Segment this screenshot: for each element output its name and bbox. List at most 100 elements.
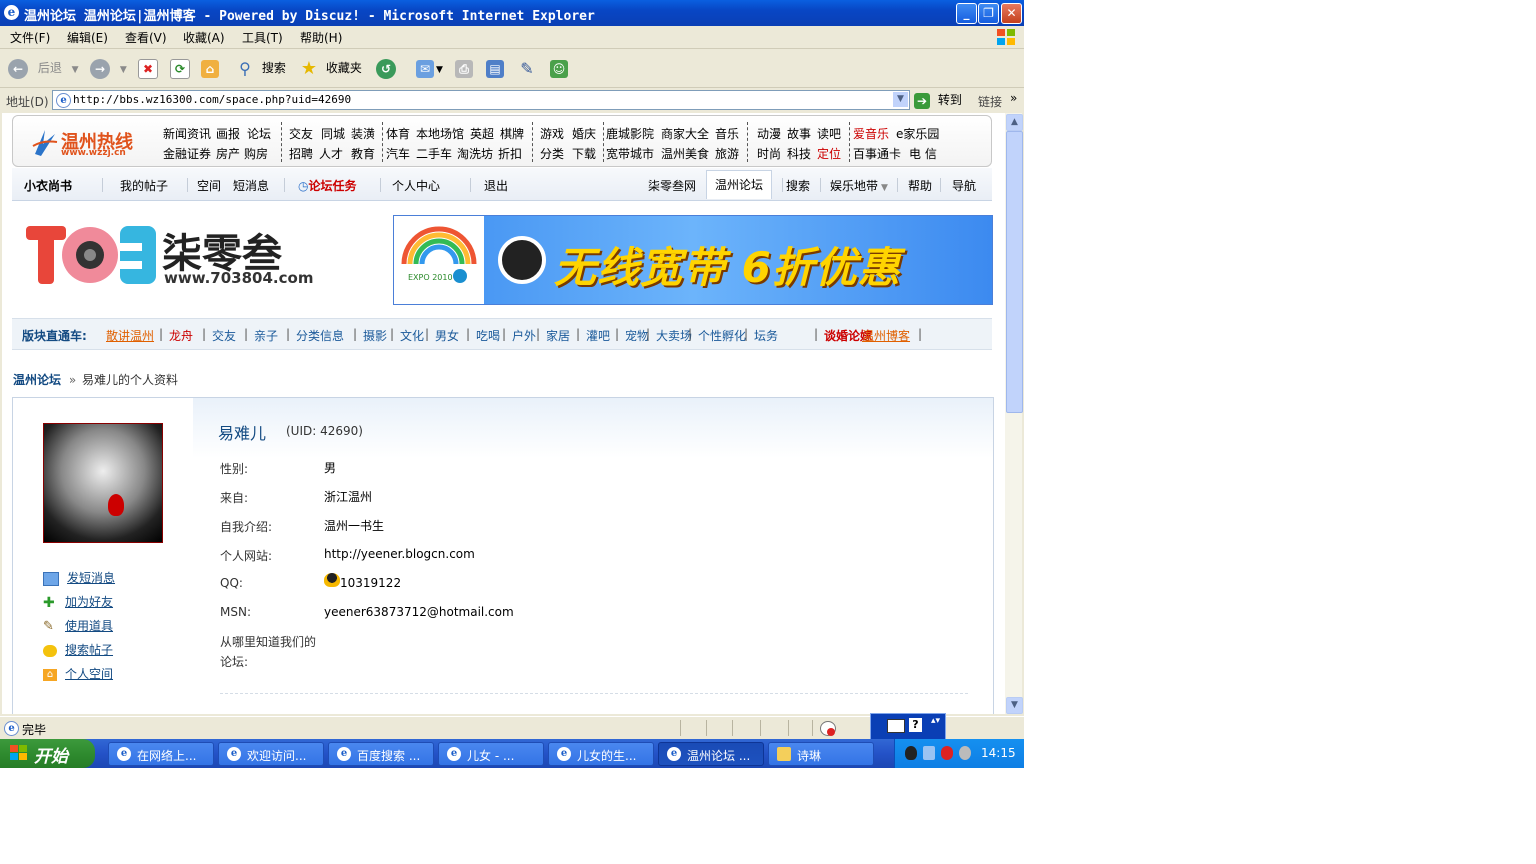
- menu-edit[interactable]: 编辑(E): [67, 29, 108, 46]
- stop-button[interactable]: ✖: [138, 57, 158, 79]
- task-button[interactable]: e 在网络上...: [108, 742, 214, 766]
- board-link[interactable]: 交友: [212, 327, 236, 344]
- personal-space-action[interactable]: ⌂ 个人空间: [43, 665, 113, 682]
- board-link[interactable]: 坛务: [754, 327, 778, 344]
- task-button[interactable]: e 百度搜索 ...: [328, 742, 434, 766]
- antivirus-icon[interactable]: [941, 746, 953, 760]
- address-dropdown-icon[interactable]: ▼: [893, 92, 908, 107]
- edit-button[interactable]: ▤: [486, 57, 504, 79]
- header-link[interactable]: 游戏: [540, 125, 564, 142]
- header-link[interactable]: 温州美食: [661, 145, 709, 162]
- task-button[interactable]: e 欢迎访问...: [218, 742, 324, 766]
- board-link[interactable]: 文化: [400, 327, 424, 344]
- privacy-icon[interactable]: [820, 721, 836, 736]
- qq-tray-icon[interactable]: [905, 746, 917, 760]
- task-button-active[interactable]: e 温州论坛 ...: [658, 742, 764, 766]
- board-link[interactable]: 分类信息: [296, 327, 344, 344]
- home-button[interactable]: ⌂: [201, 57, 219, 79]
- nav-messages[interactable]: 短消息: [233, 177, 269, 194]
- board-link[interactable]: 灌吧: [586, 327, 610, 344]
- board-link[interactable]: 个性孵化: [698, 327, 746, 344]
- header-link[interactable]: 英超: [470, 125, 494, 142]
- send-message-action[interactable]: 发短消息: [43, 569, 115, 586]
- menu-help[interactable]: 帮助(H): [300, 29, 342, 46]
- header-link[interactable]: 教育: [351, 145, 375, 162]
- nav-username[interactable]: 小衣尚书: [24, 177, 72, 194]
- board-link[interactable]: 温州博客: [862, 327, 910, 344]
- mail-button[interactable]: ✉ ▼: [416, 57, 443, 79]
- refresh-button[interactable]: ⟳: [170, 57, 190, 79]
- nav-space[interactable]: 空间: [197, 177, 221, 194]
- nav-my-posts[interactable]: 我的帖子: [120, 177, 168, 194]
- header-link[interactable]: 分类: [540, 145, 564, 162]
- nav-entertainment[interactable]: 娱乐地带 ▼: [830, 177, 888, 194]
- nav-703-site[interactable]: 柒零叁网: [648, 177, 696, 194]
- menu-favorites[interactable]: 收藏(A): [183, 29, 225, 46]
- header-link[interactable]: 爱音乐: [853, 125, 889, 142]
- board-link[interactable]: 散讲温州: [106, 327, 154, 344]
- language-bar[interactable]: ? ▴▾: [870, 713, 946, 741]
- header-link[interactable]: 折扣: [498, 145, 522, 162]
- board-link[interactable]: 家居: [546, 327, 570, 344]
- task-button[interactable]: e 儿女的生...: [548, 742, 654, 766]
- header-link[interactable]: 故事: [787, 125, 811, 142]
- 703-logo[interactable]: 柒零叁 www.703804.com: [24, 221, 313, 291]
- board-link[interactable]: 亲子: [254, 327, 278, 344]
- add-friend-action[interactable]: ✚ 加为好友: [43, 593, 113, 610]
- favorites-button[interactable]: ★ 收藏夹: [300, 57, 362, 79]
- header-link[interactable]: 交友: [289, 125, 313, 142]
- header-link[interactable]: 棋牌: [500, 125, 524, 142]
- header-link[interactable]: 电 信: [909, 145, 937, 162]
- board-link[interactable]: 龙舟: [169, 327, 193, 344]
- back-button[interactable]: ← 后退 ▼: [8, 57, 79, 79]
- nav-navigation[interactable]: 导航: [952, 177, 976, 194]
- messenger-button[interactable]: ☺: [550, 57, 568, 79]
- header-link[interactable]: 鹿城影院: [606, 125, 654, 142]
- header-link[interactable]: 同城: [321, 125, 345, 142]
- board-link[interactable]: 男女: [435, 327, 459, 344]
- board-link[interactable]: 户外: [512, 327, 536, 344]
- scroll-thumb[interactable]: [1006, 131, 1023, 413]
- menu-file[interactable]: 文件(F): [10, 29, 50, 46]
- minimize-button[interactable]: _: [956, 3, 977, 24]
- nav-forum-tasks[interactable]: ◷论坛任务: [298, 177, 357, 194]
- scroll-down-icon[interactable]: ▼: [1006, 697, 1023, 714]
- task-button[interactable]: . 诗琳: [768, 742, 874, 766]
- forward-button[interactable]: → ▼: [90, 57, 127, 79]
- volume-icon[interactable]: [959, 746, 971, 760]
- vertical-scrollbar[interactable]: ▲ ▼: [1005, 113, 1023, 714]
- discuss-button[interactable]: ✎: [518, 57, 536, 79]
- restore-button[interactable]: ❐: [978, 3, 999, 24]
- menu-tools[interactable]: 工具(T): [242, 29, 283, 46]
- search-posts-action[interactable]: 搜索帖子: [43, 641, 113, 658]
- menu-view[interactable]: 查看(V): [125, 29, 167, 46]
- header-link[interactable]: 体育: [386, 125, 410, 142]
- header-link[interactable]: 科技: [787, 145, 811, 162]
- header-link[interactable]: 房产: [216, 145, 240, 162]
- header-link[interactable]: 时尚: [757, 145, 781, 162]
- chevron-right-icon[interactable]: »: [1010, 91, 1017, 105]
- nav-wz-forum[interactable]: 温州论坛: [706, 170, 773, 199]
- header-link[interactable]: 读吧: [817, 125, 841, 142]
- header-link[interactable]: 商家大全: [661, 125, 709, 142]
- header-link[interactable]: 下载: [572, 145, 596, 162]
- ad-banner-broadband[interactable]: EXPO 2010 无线宽带 6折优惠: [393, 215, 993, 305]
- header-link[interactable]: 婚庆: [572, 125, 596, 142]
- scroll-up-icon[interactable]: ▲: [1006, 114, 1023, 131]
- header-link[interactable]: 画报: [216, 125, 240, 142]
- header-link[interactable]: 二手车: [416, 145, 452, 162]
- header-link[interactable]: 动漫: [757, 125, 781, 142]
- nav-search[interactable]: 搜索: [786, 177, 810, 194]
- header-link[interactable]: 定位: [817, 145, 841, 162]
- board-link[interactable]: 大卖场: [656, 327, 692, 344]
- header-link[interactable]: 淘洗坊: [457, 145, 493, 162]
- print-button[interactable]: ⎙: [455, 57, 473, 79]
- close-button[interactable]: ✕: [1001, 3, 1022, 24]
- history-button[interactable]: ↺: [376, 57, 396, 79]
- network-icon[interactable]: [923, 746, 935, 760]
- board-link[interactable]: 吃喝: [476, 327, 500, 344]
- header-link[interactable]: 论坛: [247, 125, 271, 142]
- header-link[interactable]: e家乐园: [896, 125, 939, 142]
- header-link[interactable]: 购房: [244, 145, 268, 162]
- header-link[interactable]: 百事通卡: [853, 145, 901, 162]
